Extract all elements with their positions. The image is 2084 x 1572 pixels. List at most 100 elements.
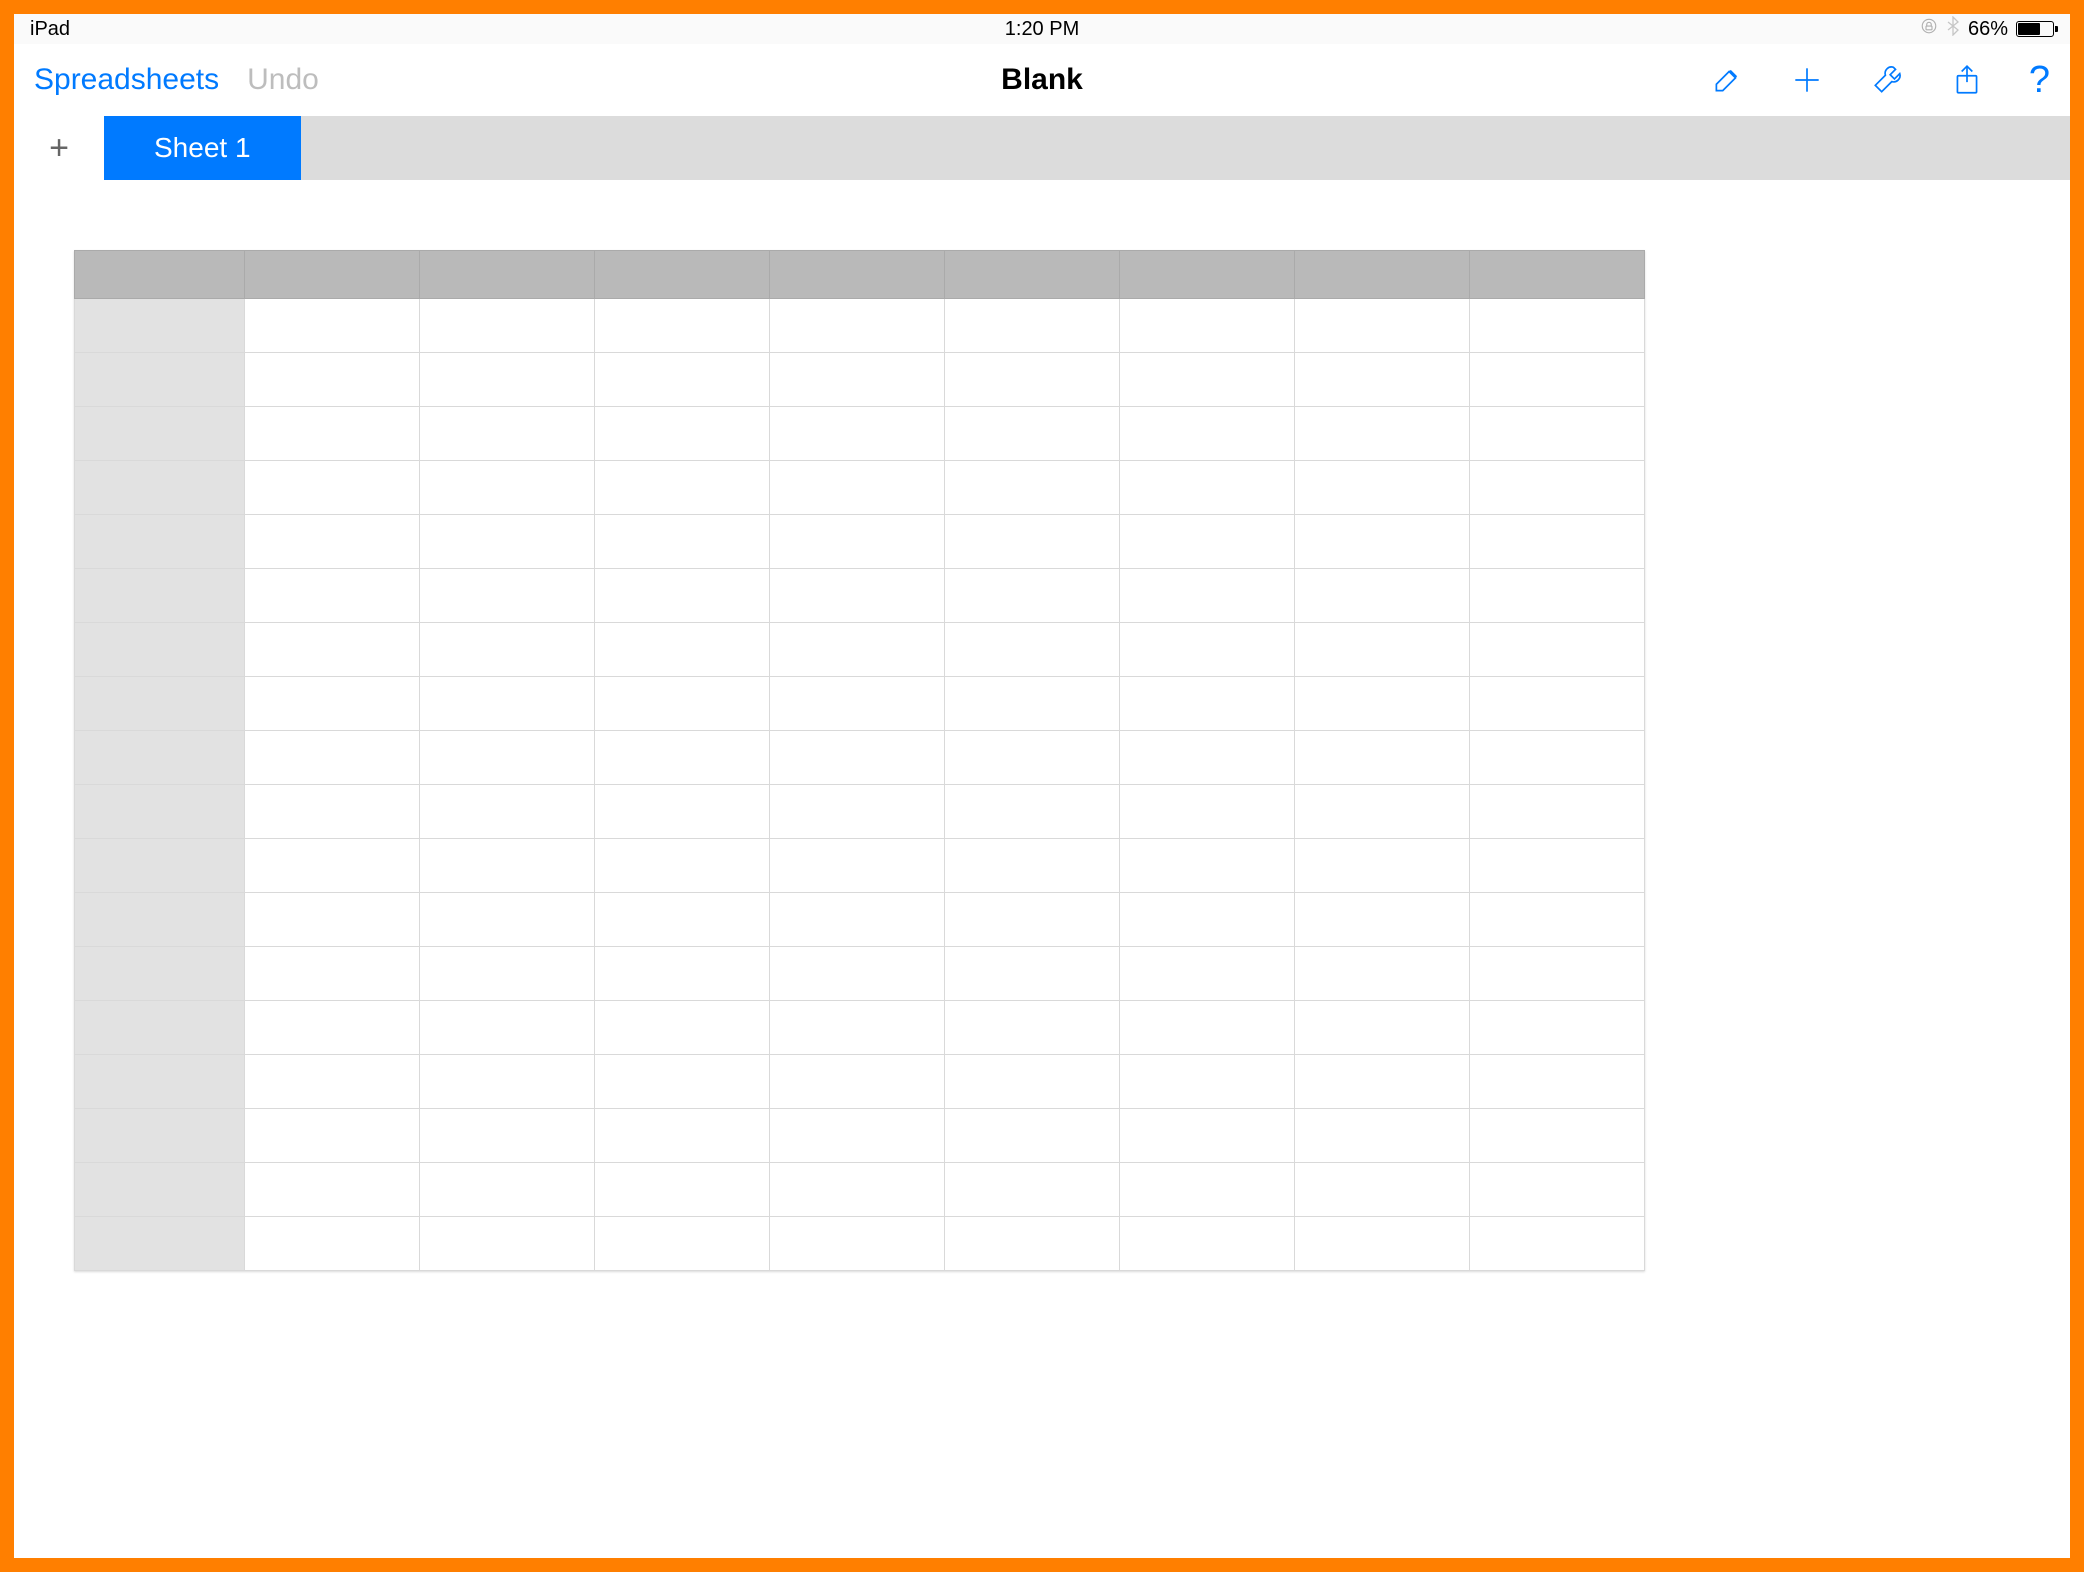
cell[interactable]	[770, 353, 945, 407]
cell[interactable]	[595, 1217, 770, 1271]
cell[interactable]	[595, 893, 770, 947]
cell[interactable]	[1470, 515, 1645, 569]
cell[interactable]	[245, 731, 420, 785]
cell[interactable]	[945, 785, 1120, 839]
cell[interactable]	[1120, 677, 1295, 731]
column-header[interactable]	[945, 251, 1120, 299]
cell[interactable]	[420, 1109, 595, 1163]
cell[interactable]	[770, 731, 945, 785]
undo-button[interactable]: Undo	[247, 63, 319, 97]
cell[interactable]	[1120, 785, 1295, 839]
column-header[interactable]	[1295, 251, 1470, 299]
cell[interactable]	[945, 515, 1120, 569]
back-button[interactable]: Spreadsheets	[34, 63, 219, 97]
cell[interactable]	[1470, 407, 1645, 461]
row-header[interactable]	[75, 299, 245, 353]
cell[interactable]	[420, 893, 595, 947]
cell[interactable]	[1120, 353, 1295, 407]
cell[interactable]	[1470, 461, 1645, 515]
cell[interactable]	[1295, 1163, 1470, 1217]
cell[interactable]	[245, 1001, 420, 1055]
cell[interactable]	[945, 569, 1120, 623]
row-header[interactable]	[75, 731, 245, 785]
cell[interactable]	[595, 1055, 770, 1109]
cell[interactable]	[945, 947, 1120, 1001]
row-header[interactable]	[75, 839, 245, 893]
cell[interactable]	[945, 461, 1120, 515]
cell[interactable]	[770, 947, 945, 1001]
cell[interactable]	[770, 677, 945, 731]
format-brush-icon[interactable]	[1709, 62, 1745, 98]
cell[interactable]	[1470, 1055, 1645, 1109]
cell[interactable]	[1120, 569, 1295, 623]
cell[interactable]	[1470, 731, 1645, 785]
cell[interactable]	[770, 785, 945, 839]
cell[interactable]	[1120, 839, 1295, 893]
cell[interactable]	[1120, 515, 1295, 569]
cell[interactable]	[770, 893, 945, 947]
cell[interactable]	[420, 569, 595, 623]
cell[interactable]	[1120, 1055, 1295, 1109]
cell[interactable]	[1295, 785, 1470, 839]
cell[interactable]	[420, 1217, 595, 1271]
cell[interactable]	[945, 1109, 1120, 1163]
cell[interactable]	[1295, 407, 1470, 461]
cell[interactable]	[245, 1163, 420, 1217]
cell[interactable]	[1470, 1001, 1645, 1055]
cell[interactable]	[1470, 1163, 1645, 1217]
cell[interactable]	[1295, 677, 1470, 731]
cell[interactable]	[945, 1001, 1120, 1055]
cell[interactable]	[420, 515, 595, 569]
cell[interactable]	[420, 785, 595, 839]
cell[interactable]	[1470, 677, 1645, 731]
grid-corner[interactable]	[75, 251, 245, 299]
cell[interactable]	[420, 353, 595, 407]
cell[interactable]	[770, 407, 945, 461]
row-header[interactable]	[75, 1109, 245, 1163]
cell[interactable]	[420, 1055, 595, 1109]
cell[interactable]	[1120, 299, 1295, 353]
cell[interactable]	[945, 623, 1120, 677]
cell[interactable]	[945, 893, 1120, 947]
cell[interactable]	[770, 461, 945, 515]
cell[interactable]	[1120, 893, 1295, 947]
cell[interactable]	[245, 1055, 420, 1109]
row-header[interactable]	[75, 1001, 245, 1055]
cell[interactable]	[1470, 299, 1645, 353]
cell[interactable]	[595, 461, 770, 515]
cell[interactable]	[770, 515, 945, 569]
cell[interactable]	[1295, 623, 1470, 677]
cell[interactable]	[1120, 461, 1295, 515]
cell[interactable]	[245, 1217, 420, 1271]
cell[interactable]	[595, 839, 770, 893]
cell[interactable]	[1295, 839, 1470, 893]
cell[interactable]	[945, 353, 1120, 407]
cell[interactable]	[245, 299, 420, 353]
cell[interactable]	[420, 947, 595, 1001]
cell[interactable]	[245, 1109, 420, 1163]
cell[interactable]	[595, 623, 770, 677]
cell[interactable]	[770, 299, 945, 353]
cell[interactable]	[1120, 623, 1295, 677]
cell[interactable]	[245, 353, 420, 407]
cell[interactable]	[945, 407, 1120, 461]
cell[interactable]	[420, 731, 595, 785]
cell[interactable]	[1295, 1001, 1470, 1055]
cell[interactable]	[595, 785, 770, 839]
cell[interactable]	[245, 677, 420, 731]
cell[interactable]	[1120, 407, 1295, 461]
cell[interactable]	[770, 1055, 945, 1109]
cell[interactable]	[245, 839, 420, 893]
column-header[interactable]	[420, 251, 595, 299]
cell[interactable]	[1295, 731, 1470, 785]
row-header[interactable]	[75, 677, 245, 731]
cell[interactable]	[945, 1055, 1120, 1109]
cell[interactable]	[1470, 1217, 1645, 1271]
cell[interactable]	[1295, 947, 1470, 1001]
tools-wrench-icon[interactable]	[1869, 62, 1905, 98]
insert-plus-icon[interactable]	[1789, 62, 1825, 98]
cell[interactable]	[1470, 1109, 1645, 1163]
column-header[interactable]	[1120, 251, 1295, 299]
cell[interactable]	[1295, 569, 1470, 623]
cell[interactable]	[945, 299, 1120, 353]
